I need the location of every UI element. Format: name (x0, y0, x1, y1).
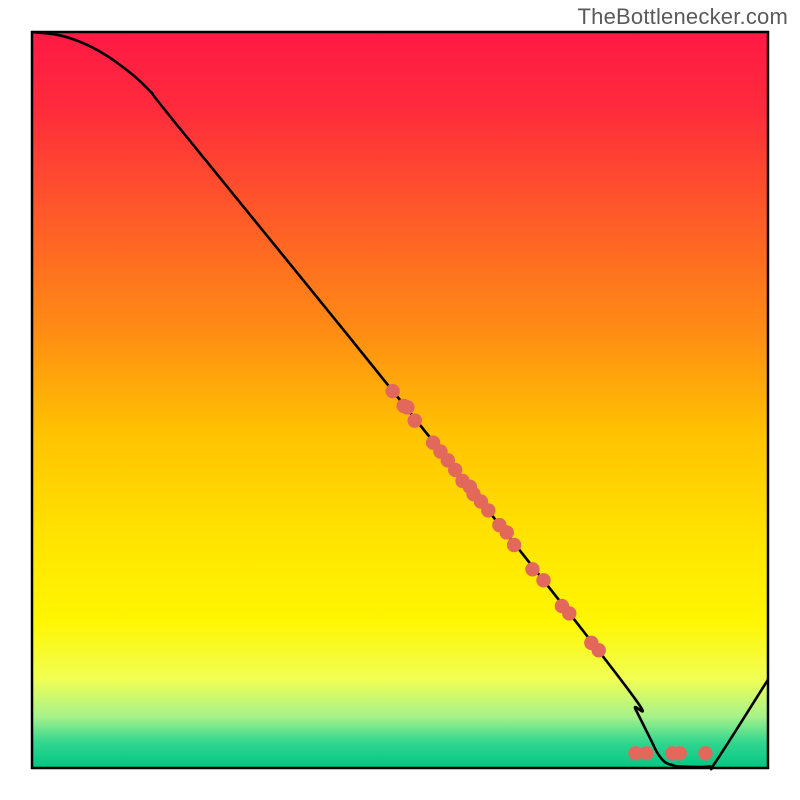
data-point (592, 643, 606, 657)
data-point (481, 503, 495, 517)
data-point (507, 538, 521, 552)
data-point (400, 400, 414, 414)
data-point (385, 384, 399, 398)
data-point (698, 746, 712, 760)
data-point (562, 606, 576, 620)
attribution-text: TheBottlenecker.com (578, 4, 788, 30)
data-point (639, 746, 653, 760)
bottleneck-chart: TheBottlenecker.com (0, 0, 800, 800)
data-point (408, 413, 422, 427)
data-point (525, 562, 539, 576)
data-point (672, 746, 686, 760)
data-point (536, 573, 550, 587)
data-point (500, 525, 514, 539)
chart-svg (0, 0, 800, 800)
